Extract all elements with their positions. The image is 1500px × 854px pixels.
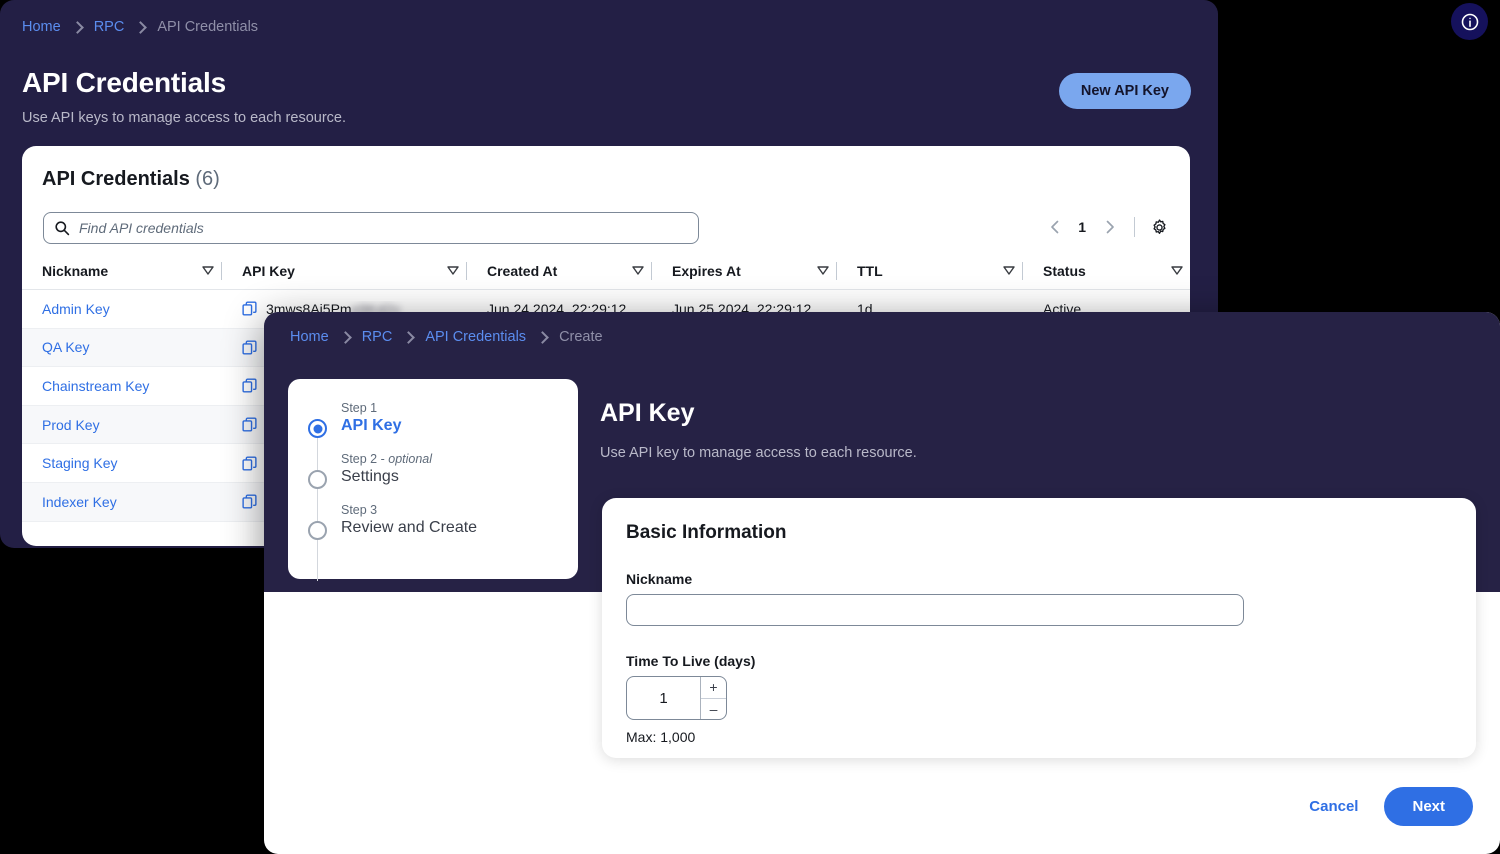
breadcrumb-item-api-credentials: API Credentials xyxy=(157,19,259,35)
next-button[interactable]: Next xyxy=(1384,787,1473,826)
table-title: API Credentials (6) xyxy=(42,168,220,191)
chevron-right-icon xyxy=(402,330,416,344)
page-subtitle: Use API keys to manage access to each re… xyxy=(22,110,346,126)
step-optional-text: optional xyxy=(388,452,433,466)
column-header-ttl[interactable]: TTL xyxy=(837,252,1023,289)
breadcrumb-item-rpc[interactable]: RPC xyxy=(94,19,125,35)
copy-icon[interactable] xyxy=(242,494,257,509)
new-api-key-button[interactable]: New API Key xyxy=(1058,73,1191,109)
ttl-label: Time To Live (days) xyxy=(626,653,756,669)
row-nickname[interactable]: Indexer Key xyxy=(42,494,117,510)
column-header-api-key[interactable]: API Key xyxy=(222,252,467,289)
stepper-step-api-key[interactable]: Step 1 API Key xyxy=(288,401,578,438)
column-label: API Key xyxy=(242,262,295,279)
copy-icon[interactable] xyxy=(242,417,257,432)
stepper-step-review[interactable]: Step 3 Review and Create xyxy=(288,503,578,540)
pagination-current-page[interactable]: 1 xyxy=(1070,219,1094,235)
modal-breadcrumb-item-api-credentials[interactable]: API Credentials xyxy=(425,329,526,345)
column-header-nickname[interactable]: Nickname xyxy=(22,252,222,289)
modal-breadcrumb-item-home[interactable]: Home xyxy=(290,329,329,345)
column-label: Status xyxy=(1043,262,1086,279)
step-name: Review and Create xyxy=(341,519,478,536)
chevron-left-icon xyxy=(1050,220,1059,234)
stepper-connector xyxy=(317,503,318,581)
pagination-controls: 1 xyxy=(1041,213,1172,241)
row-nickname[interactable]: Admin Key xyxy=(42,301,110,317)
pagination-prev-button[interactable] xyxy=(1041,213,1067,241)
modal-breadcrumb-item-create: Create xyxy=(559,329,603,345)
step-radio-icon[interactable] xyxy=(308,521,327,540)
ttl-increment-button[interactable]: + xyxy=(701,677,726,699)
sort-desc-icon xyxy=(447,266,459,275)
chevron-right-icon xyxy=(134,20,148,34)
search-input[interactable] xyxy=(79,220,688,236)
modal-heading: API Key xyxy=(600,399,695,427)
column-label: TTL xyxy=(857,262,883,279)
copy-icon[interactable] xyxy=(242,378,257,393)
chevron-right-icon xyxy=(338,330,352,344)
wizard-stepper: Step 1 API Key Step 2 - optional Setting… xyxy=(288,379,578,581)
search-icon xyxy=(55,221,70,236)
row-nickname[interactable]: QA Key xyxy=(42,339,89,355)
stepper-step-settings[interactable]: Step 2 - optional Settings xyxy=(288,452,578,489)
table-count: (6) xyxy=(195,168,220,190)
table-title-text: API Credentials xyxy=(42,168,190,190)
row-nickname[interactable]: Prod Key xyxy=(42,417,100,433)
step-radio-icon[interactable] xyxy=(308,470,327,489)
copy-icon[interactable] xyxy=(242,456,257,471)
nickname-input[interactable] xyxy=(626,594,1244,626)
pagination-next-button[interactable] xyxy=(1097,213,1123,241)
info-badge[interactable] xyxy=(1451,3,1488,40)
column-header-created-at[interactable]: Created At xyxy=(467,252,652,289)
chevron-right-icon xyxy=(536,330,549,344)
modal-breadcrumb-item-rpc[interactable]: RPC xyxy=(362,329,393,345)
sort-desc-icon xyxy=(632,266,644,275)
ttl-value[interactable]: 1 xyxy=(627,677,700,719)
sort-desc-icon xyxy=(202,266,214,275)
cancel-button[interactable]: Cancel xyxy=(1309,798,1358,815)
nickname-label: Nickname xyxy=(626,571,693,587)
step-kicker: Step 2 - optional xyxy=(341,452,432,466)
modal-subheading: Use API key to manage access to each res… xyxy=(600,445,917,461)
modal-breadcrumb: Home RPC API Credentials Create xyxy=(290,329,603,345)
form-section-title: Basic Information xyxy=(626,522,787,543)
search-box[interactable] xyxy=(43,212,699,244)
ttl-decrement-button[interactable]: – xyxy=(701,699,726,720)
column-label: Nickname xyxy=(42,262,109,279)
column-header-status[interactable]: Status xyxy=(1023,252,1190,289)
step-kicker: Step 3 xyxy=(341,503,378,517)
copy-icon[interactable] xyxy=(242,301,257,316)
gear-icon xyxy=(1152,218,1166,234)
step-radio-icon[interactable] xyxy=(308,419,327,438)
column-label: Created At xyxy=(487,262,558,279)
screen-root: Home RPC API Credentials API Credentials… xyxy=(0,0,1500,854)
row-nickname[interactable]: Staging Key xyxy=(42,455,118,471)
chevron-right-icon xyxy=(1106,220,1114,234)
step-name: API Key xyxy=(341,417,402,434)
sort-desc-icon xyxy=(1003,266,1015,275)
ttl-stepper[interactable]: 1 + – xyxy=(626,676,727,720)
chevron-right-icon xyxy=(70,20,84,34)
step-name: Settings xyxy=(341,468,399,485)
sort-desc-icon xyxy=(1171,266,1183,275)
modal-footer: Cancel Next xyxy=(1309,787,1473,826)
sort-desc-icon xyxy=(817,266,829,275)
column-label: Expires At xyxy=(672,262,741,279)
page-title: API Credentials xyxy=(22,67,226,98)
info-circle-icon xyxy=(1461,13,1478,30)
row-nickname[interactable]: Chainstream Key xyxy=(42,378,149,394)
step-kicker: Step 1 xyxy=(341,401,378,415)
table-header-row: Nickname API Key Created At Expires At T… xyxy=(22,252,1190,290)
column-header-expires-at[interactable]: Expires At xyxy=(652,252,837,289)
ttl-stepper-buttons: + – xyxy=(700,677,726,719)
pagination-divider xyxy=(1134,217,1135,237)
breadcrumb: Home RPC API Credentials xyxy=(22,19,258,35)
basic-information-card: Basic Information Nickname Time To Live … xyxy=(602,498,1476,758)
breadcrumb-item-home[interactable]: Home xyxy=(22,19,61,35)
copy-icon[interactable] xyxy=(242,340,257,355)
step-kicker-text: Step 2 - xyxy=(341,452,389,466)
table-settings-button[interactable] xyxy=(1146,214,1172,240)
ttl-max-hint: Max: 1,000 xyxy=(626,729,696,745)
create-api-key-modal: Home RPC API Credentials Create Step 1 A… xyxy=(264,312,1500,854)
